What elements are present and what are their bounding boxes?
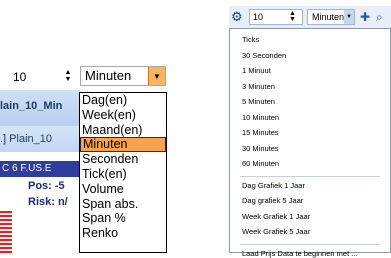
chevron-down-icon[interactable]: ▼ xyxy=(148,67,165,85)
interval-unit-option[interactable]: Span abs. xyxy=(80,197,166,212)
menu-item[interactable]: 3 Minuten xyxy=(242,82,275,91)
menu-item[interactable]: 1 Minuut xyxy=(242,66,271,75)
menu-item[interactable]: Dag Grafiek 1 Jaar xyxy=(242,181,305,190)
menu-item[interactable]: Week Grafiek 1 Jaar xyxy=(242,212,310,221)
interval-spinner[interactable]: ▲ ▼ xyxy=(60,67,76,85)
risk-label: Risk: n/ xyxy=(28,196,68,208)
menu-item[interactable]: 15 Minutes xyxy=(242,128,279,137)
menu-item[interactable]: Ticks xyxy=(242,35,259,44)
interval-unit-option[interactable]: Tick(en) xyxy=(80,167,166,182)
menu-item[interactable]: 60 Minuten xyxy=(242,159,279,168)
interval-unit-option[interactable]: Dag(en) xyxy=(80,93,166,108)
chart-tab-label-secondary[interactable]: .] Plain_10 xyxy=(0,133,52,145)
interval-unit-option[interactable]: Week(en) xyxy=(80,108,166,123)
right-panel: ⚙ 10 ▲ ▼ Minuten ▼ ✚ ⌕ Ticks 30 Seconden 1 … xyxy=(229,6,391,258)
interval-unit-option[interactable]: Renko xyxy=(80,226,166,241)
interval-preset-menu: Ticks 30 Seconden 1 Minuut 3 Minuten 5 Minut… xyxy=(229,28,391,258)
interval-unit-option[interactable]: Span % xyxy=(80,211,166,226)
menu-separator xyxy=(240,243,380,245)
interval-unit-value: Minuten xyxy=(312,12,345,22)
interval-unit-option[interactable]: Minuten xyxy=(80,137,166,153)
position-label: Pos: -5 xyxy=(28,180,65,192)
interval-toolbar: ⚙ 10 ▲ ▼ Minuten ▼ ✚ ⌕ xyxy=(229,6,391,28)
menu-item[interactable]: Dag grafiek 5 Jaar xyxy=(242,196,303,205)
menu-item[interactable]: 30 Minutes xyxy=(242,144,279,153)
spin-down-icon[interactable]: ▼ xyxy=(65,76,72,83)
add-chart-icon[interactable]: ✚ xyxy=(360,9,374,25)
interval-unit-combo[interactable]: Minuten ▼ xyxy=(307,9,355,25)
interval-unit-value: Minuten xyxy=(85,68,132,83)
interval-unit-option[interactable]: Seconden xyxy=(80,152,166,167)
interval-unit-option[interactable]: Volume xyxy=(80,182,166,197)
menu-separator xyxy=(240,175,380,177)
menu-item[interactable]: 10 Minuten xyxy=(242,113,279,122)
left-panel: lain_10_Min .] Plain_10 C 6 F.US.E Pos: … xyxy=(0,0,175,253)
interval-spinner[interactable]: ▲ ▼ xyxy=(289,10,296,23)
interval-unit-option[interactable]: Maand(en) xyxy=(80,123,166,138)
menu-item[interactable]: 30 Seconden xyxy=(242,51,286,60)
spin-up-icon[interactable]: ▲ xyxy=(65,69,72,76)
menu-item[interactable]: Laad Prijs Data te beginnen met ... xyxy=(242,249,358,258)
zoom-icon[interactable]: ⌕ xyxy=(376,9,390,25)
interval-unit-combo[interactable]: Minuten ▼ xyxy=(80,66,166,86)
interval-unit-dropdown-list[interactable]: Dag(en) Week(en) Maand(en) Minuten Seconden T… xyxy=(79,92,167,253)
chart-tab-label[interactable]: lain_10_Min xyxy=(0,100,62,112)
price-marker-strip xyxy=(0,211,12,253)
menu-item[interactable]: Week Grafiek 5 Jaar xyxy=(242,227,310,236)
gear-chart-icon[interactable]: ⚙ xyxy=(231,9,247,25)
chevron-down-icon[interactable]: ▼ xyxy=(344,10,354,24)
interval-value-input[interactable]: 10 xyxy=(6,66,54,86)
instrument-label: C 6 F.US.E xyxy=(2,163,52,174)
menu-item[interactable]: 5 Minuten xyxy=(242,97,275,106)
